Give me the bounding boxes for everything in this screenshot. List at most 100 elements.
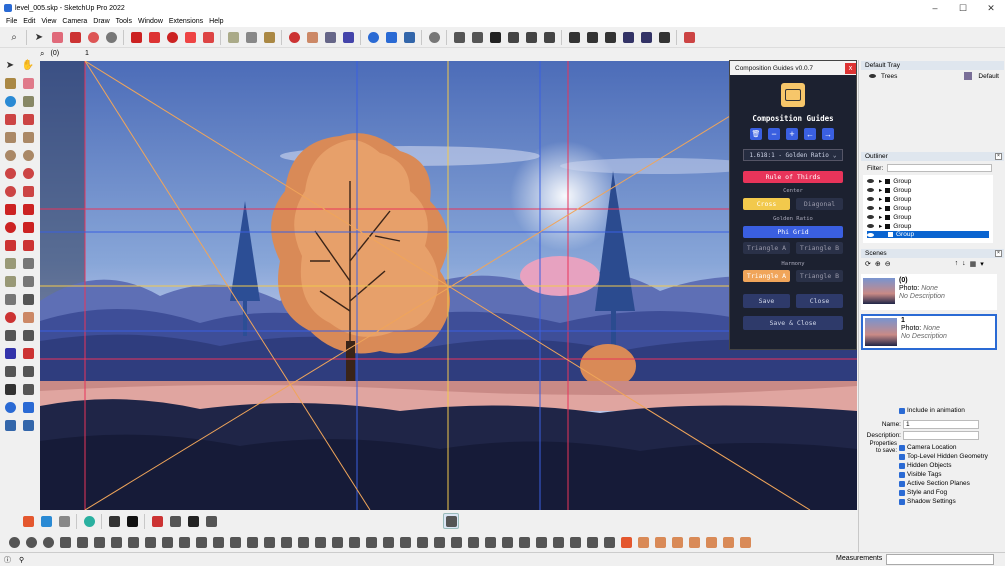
maximize-icon[interactable]: ☐	[949, 3, 977, 14]
tool-icon[interactable]	[6, 534, 22, 550]
shape-icon[interactable]	[103, 29, 119, 45]
offset-icon[interactable]	[200, 29, 216, 45]
tool-icon[interactable]	[23, 534, 39, 550]
text-icon[interactable]	[243, 29, 259, 45]
style-icon[interactable]	[426, 29, 442, 45]
arc-icon[interactable]	[85, 29, 101, 45]
triangle-b-harmony-button[interactable]: Triangle B	[796, 270, 843, 282]
tool-icon[interactable]	[601, 534, 617, 550]
xray-icon[interactable]	[566, 29, 582, 45]
tool-icon[interactable]	[159, 534, 175, 550]
close-icon[interactable]: ✕	[977, 3, 1005, 14]
zoom-extents-icon[interactable]	[2, 345, 18, 361]
checkbox[interactable]	[899, 489, 905, 496]
tool-icon[interactable]	[720, 534, 736, 550]
pan-icon[interactable]	[304, 29, 320, 45]
property-option[interactable]: Shadow Settings	[899, 498, 956, 505]
checkbox[interactable]	[899, 453, 905, 460]
tool-icon[interactable]	[618, 534, 634, 550]
remove-scene-icon[interactable]: ⊖	[885, 260, 891, 268]
checkbox[interactable]	[899, 498, 905, 505]
tool-icon[interactable]	[261, 534, 277, 550]
extension-icon[interactable]	[81, 513, 97, 529]
position-camera-icon[interactable]	[2, 363, 18, 379]
expand-icon[interactable]: ▸	[879, 195, 882, 203]
eye-icon[interactable]	[867, 232, 874, 237]
text-icon[interactable]	[20, 273, 36, 289]
rectangle-icon[interactable]	[2, 129, 18, 145]
extension-icon[interactable]	[185, 513, 201, 529]
tool-icon[interactable]	[244, 534, 260, 550]
layer-icon[interactable]	[365, 29, 381, 45]
view-options-icon[interactable]: ▦	[970, 260, 977, 268]
polygon-icon[interactable]	[20, 147, 36, 163]
include-animation-row[interactable]: Include in animation	[899, 407, 965, 414]
property-option[interactable]: Camera Location	[899, 444, 957, 451]
right-icon[interactable]	[505, 29, 521, 45]
triangle-a-harmony-button[interactable]: Triangle A	[743, 270, 790, 282]
tool-icon[interactable]	[40, 534, 56, 550]
measurements-input[interactable]	[886, 554, 994, 565]
tape-icon[interactable]	[2, 255, 18, 271]
eye-icon[interactable]	[869, 74, 876, 78]
minimize-icon[interactable]: –	[921, 3, 949, 14]
rotate-icon[interactable]	[164, 29, 180, 45]
info-icon[interactable]: ⓘ	[4, 555, 11, 565]
list-item[interactable]: ▸ Group	[867, 195, 911, 203]
tool-icon[interactable]	[448, 534, 464, 550]
rule-of-thirds-button[interactable]: Rule of Thirds	[743, 171, 843, 183]
tool-icon[interactable]	[125, 534, 141, 550]
phi-grid-button[interactable]: Phi Grid	[743, 226, 843, 238]
tool-icon[interactable]	[669, 534, 685, 550]
list-item-selected[interactable]: Group	[867, 231, 989, 238]
list-item[interactable]: ▸ Group	[867, 213, 911, 221]
tool-icon[interactable]	[567, 534, 583, 550]
list-item[interactable]: ▸ Group	[867, 177, 911, 185]
sandbox-icon[interactable]	[20, 417, 36, 433]
tag-icon[interactable]	[20, 93, 36, 109]
circle-icon[interactable]	[2, 147, 18, 163]
menu-edit[interactable]: Edit	[20, 18, 38, 25]
tool-icon[interactable]	[278, 534, 294, 550]
shaded-icon[interactable]	[620, 29, 636, 45]
display-section-icon[interactable]	[2, 399, 18, 415]
eye-icon[interactable]	[867, 206, 874, 210]
menu-draw[interactable]: Draw	[90, 18, 112, 25]
save-button[interactable]: Save	[743, 294, 790, 308]
tool-icon[interactable]	[397, 534, 413, 550]
search-icon[interactable]: ⌕	[6, 29, 22, 45]
rotate-icon[interactable]	[2, 219, 18, 235]
filter-input[interactable]	[887, 164, 993, 172]
iso-icon[interactable]	[451, 29, 467, 45]
section-plane-icon[interactable]	[20, 381, 36, 397]
tool-icon[interactable]	[176, 534, 192, 550]
triangle-b-golden-button[interactable]: Triangle B	[796, 242, 843, 254]
menu-extensions[interactable]: Extensions	[166, 18, 206, 25]
tool-icon[interactable]	[91, 534, 107, 550]
expand-icon[interactable]: ▸	[879, 177, 882, 185]
checkbox[interactable]	[899, 444, 905, 451]
cross-button[interactable]: Cross	[743, 198, 790, 210]
extension-icon[interactable]	[106, 513, 122, 529]
tool-icon[interactable]	[652, 534, 668, 550]
property-option[interactable]: Style and Fog	[899, 489, 947, 496]
rotated-rect-icon[interactable]	[20, 129, 36, 145]
stack-icon[interactable]	[401, 29, 417, 45]
eye-icon[interactable]	[867, 179, 874, 183]
eye-icon[interactable]	[867, 197, 874, 201]
tool-icon[interactable]	[516, 534, 532, 550]
look-around-icon[interactable]	[20, 363, 36, 379]
zoom-extents-icon[interactable]	[340, 29, 356, 45]
extension-icon[interactable]	[20, 513, 36, 529]
diagonal-button[interactable]: Diagonal	[796, 198, 843, 210]
tool-icon[interactable]	[635, 534, 651, 550]
move-icon[interactable]	[146, 29, 162, 45]
extension-icon[interactable]	[56, 513, 72, 529]
arrow-right-icon[interactable]: →	[822, 128, 834, 140]
pie-icon[interactable]	[20, 183, 36, 199]
zoom-icon[interactable]	[322, 29, 338, 45]
previous-icon[interactable]	[20, 345, 36, 361]
tool-icon[interactable]	[312, 534, 328, 550]
expand-icon[interactable]: ▸	[879, 213, 882, 221]
arc2-icon[interactable]	[20, 165, 36, 181]
